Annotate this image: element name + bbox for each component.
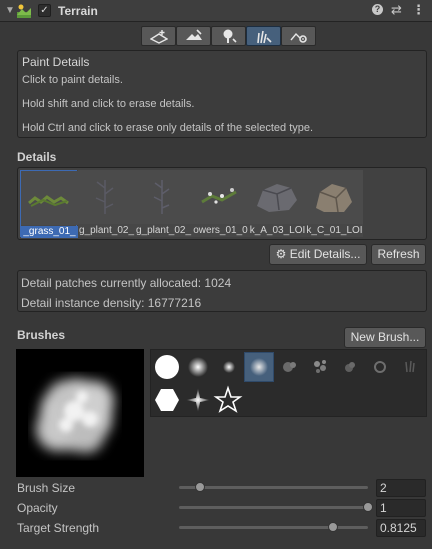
brush-hexagon[interactable] [152, 385, 182, 415]
paint-texture-tool[interactable] [176, 26, 211, 46]
cloud-brush-icon [250, 358, 268, 376]
help-text-click: Click to paint details. [22, 74, 123, 86]
soft-circle-brush-icon [188, 357, 208, 377]
paint-trees-tool[interactable] [211, 26, 246, 46]
details-section-title: Details [17, 150, 57, 164]
brush-size-slider-knob[interactable] [194, 482, 205, 492]
new-brush-button[interactable]: New Brush... [344, 327, 426, 348]
detail-item[interactable]: k_C_01_LOI [306, 170, 363, 237]
detail-item-label: _grass_01_ [21, 226, 78, 238]
opacity-label: Opacity [17, 501, 58, 515]
inspector-header: ▼ ✓ Terrain ? ⇄ ⋮ [0, 0, 432, 22]
brush-size-label: Brush Size [17, 481, 76, 495]
detail-item-label: k_A_03_LOI [249, 225, 306, 236]
detail-item-label: g_plant_02_ [78, 225, 135, 236]
target-strength-slider-track[interactable] [179, 526, 368, 529]
help-text-ctrl: Hold Ctrl and click to erase only detail… [22, 122, 314, 134]
plant-thumbnail [95, 180, 114, 214]
help-text-shift: Hold shift and click to erase details. [22, 98, 195, 110]
gear-icon: ⚙ [275, 247, 287, 261]
detail-item[interactable]: owers_01_0 [192, 170, 249, 237]
detail-patches-text: Detail patches currently allocated: 1024 [21, 276, 232, 290]
terrain-settings-icon [290, 32, 307, 43]
terrain-settings-tool[interactable] [281, 26, 316, 46]
brush-star[interactable] [213, 385, 243, 415]
target-strength-field[interactable]: 0.8125 [376, 519, 426, 537]
component-title: Terrain [58, 4, 98, 18]
refresh-button[interactable]: Refresh [371, 244, 426, 265]
terrain-icon [17, 4, 31, 18]
brush-noise-2[interactable] [305, 352, 335, 382]
plant-thumbnail [153, 180, 170, 214]
detail-item-label: g_plant_02_ [135, 225, 192, 236]
brush-soft-circle[interactable] [183, 352, 213, 382]
edit-details-button[interactable]: ⚙ Edit Details... [269, 244, 367, 265]
noise-brush-icon [283, 362, 296, 372]
target-strength-label: Target Strength [17, 521, 100, 535]
paint-texture-icon [186, 29, 202, 40]
detail-item-label: owers_01_0 [193, 225, 248, 236]
blob-brush-icon [345, 362, 355, 372]
paint-details-title: Paint Details [22, 55, 90, 69]
rock-thumbnail [257, 184, 297, 212]
splatter-brush-icon [314, 360, 326, 373]
detail-item[interactable]: k_A_03_LOI [249, 170, 306, 237]
detail-item[interactable]: _grass_01_ [20, 170, 78, 238]
paint-details-help-box: Paint Details Click to paint details. Ho… [17, 50, 427, 138]
detail-item[interactable]: g_plant_02_ [78, 170, 135, 237]
opacity-slider-track[interactable] [179, 506, 368, 509]
small-soft-brush-icon [223, 361, 235, 373]
detail-item-label: k_C_01_LOI [306, 225, 363, 236]
raise-lower-terrain-tool[interactable] [141, 26, 176, 46]
brush-size-field[interactable]: 2 [376, 479, 426, 497]
flowers-thumbnail [201, 188, 237, 204]
brush-noise-5[interactable] [395, 352, 425, 382]
brush-noise-3[interactable] [335, 352, 365, 382]
hard-circle-brush-icon [155, 355, 179, 379]
brush-size-slider-track[interactable] [179, 486, 368, 489]
paint-details-tool[interactable] [246, 26, 281, 46]
brush-noise-4[interactable] [365, 352, 395, 382]
detail-density-text: Detail instance density: 16777216 [21, 296, 202, 310]
raise-lower-icon [150, 30, 168, 44]
brush-cloud-selected[interactable] [244, 352, 274, 382]
rock-thumbnail [316, 184, 352, 213]
ring-brush-icon [374, 361, 386, 373]
grass-thumbnail [28, 195, 69, 207]
brush-hard-circle[interactable] [152, 352, 182, 382]
paint-trees-icon [223, 29, 237, 43]
detail-item[interactable]: g_plant_02_ [135, 170, 192, 237]
edit-details-label: Edit Details... [289, 247, 361, 261]
presets-icon[interactable]: ⇄ [391, 2, 402, 18]
sparkle-brush-icon [186, 388, 210, 412]
enabled-checkbox[interactable]: ✓ [38, 4, 51, 17]
grass-brush-icon [405, 360, 415, 373]
collapse-arrow-icon[interactable]: ▼ [5, 5, 15, 16]
brush-small-soft[interactable] [214, 352, 244, 382]
paint-details-icon [257, 30, 272, 44]
brush-preview [16, 349, 144, 477]
target-strength-slider-knob[interactable] [327, 522, 338, 532]
brush-sparkle[interactable] [183, 385, 213, 415]
help-icon[interactable]: ? [372, 4, 383, 15]
brushes-section-title: Brushes [17, 328, 66, 342]
opacity-field[interactable]: 1 [376, 499, 426, 517]
hexagon-brush-icon [155, 389, 179, 411]
more-menu-icon[interactable]: ⋮ [412, 2, 425, 18]
detail-stats-box: Detail patches currently allocated: 1024… [17, 270, 427, 312]
star-brush-icon [213, 385, 243, 413]
brush-noise-1[interactable] [275, 352, 305, 382]
opacity-slider-knob[interactable] [363, 502, 373, 512]
